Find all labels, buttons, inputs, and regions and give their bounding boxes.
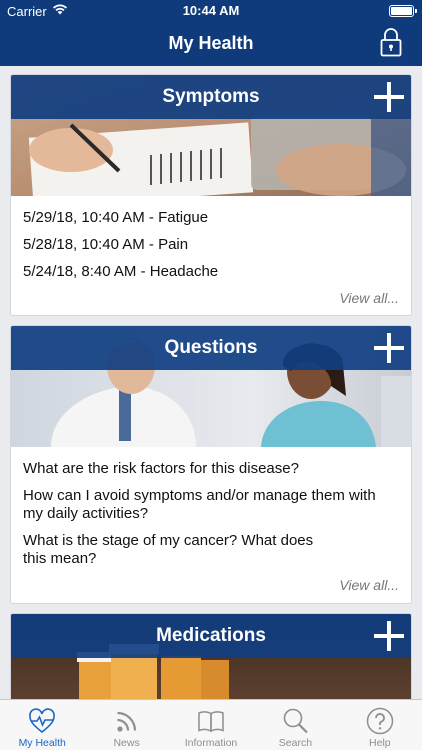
list-item[interactable]: 5/28/18, 10:40 AM - Pain [23,236,399,254]
list-item[interactable]: How can I avoid symptoms and/or manage t… [23,487,399,523]
heart-pulse-icon [27,706,57,736]
book-icon [196,706,226,736]
tab-label: Help [369,737,391,749]
tab-label: News [113,737,140,749]
tab-information[interactable]: Information [169,700,253,750]
list-item[interactable]: What is the stage of my cancer? What doe… [23,532,399,568]
questions-list: What are the risk factors for this disea… [11,447,411,568]
lock-icon[interactable] [380,27,402,62]
add-question-button[interactable] [374,333,404,363]
tab-bar: My Health News Information Search Help [0,699,422,750]
symptoms-title: Symptoms [11,75,411,119]
medications-card: Medications [10,613,412,713]
tab-label: My Health [18,737,66,749]
list-item[interactable]: 5/29/18, 10:40 AM - Fatigue [23,209,399,227]
status-bar: Carrier 10:44 AM [0,0,422,22]
medications-title: Medications [11,614,411,658]
questions-title: Questions [11,326,411,370]
help-icon [365,706,395,736]
battery-icon [389,5,417,17]
symptoms-view-all-link[interactable]: View all... [11,290,411,306]
tab-label: Search [278,737,313,749]
symptoms-card: Symptoms 5/29/18, 10:40 AM - Fatigue 5/2… [10,74,412,316]
symptoms-list: 5/29/18, 10:40 AM - Fatigue 5/28/18, 10:… [11,196,411,281]
list-item[interactable]: What are the risk factors for this disea… [23,460,399,478]
clock: 10:44 AM [182,3,240,18]
rss-icon [112,706,142,736]
tab-search[interactable]: Search [253,700,337,750]
tab-label: Information [184,737,238,749]
questions-header: Questions [11,326,411,447]
questions-view-all-link[interactable]: View all... [11,577,411,593]
symptoms-header: Symptoms [11,75,411,196]
tab-help[interactable]: Help [338,700,422,750]
search-icon [280,706,310,736]
tab-my-health[interactable]: My Health [0,700,84,750]
add-medication-button[interactable] [374,621,404,651]
tab-news[interactable]: News [84,700,168,750]
page-title: My Health [168,33,254,53]
add-symptom-button[interactable] [374,82,404,112]
questions-card: Questions What are the risk factors for … [10,325,412,604]
list-item[interactable]: 5/24/18, 8:40 AM - Headache [23,263,399,281]
app-header: Carrier 10:44 AM My Health [0,0,422,66]
